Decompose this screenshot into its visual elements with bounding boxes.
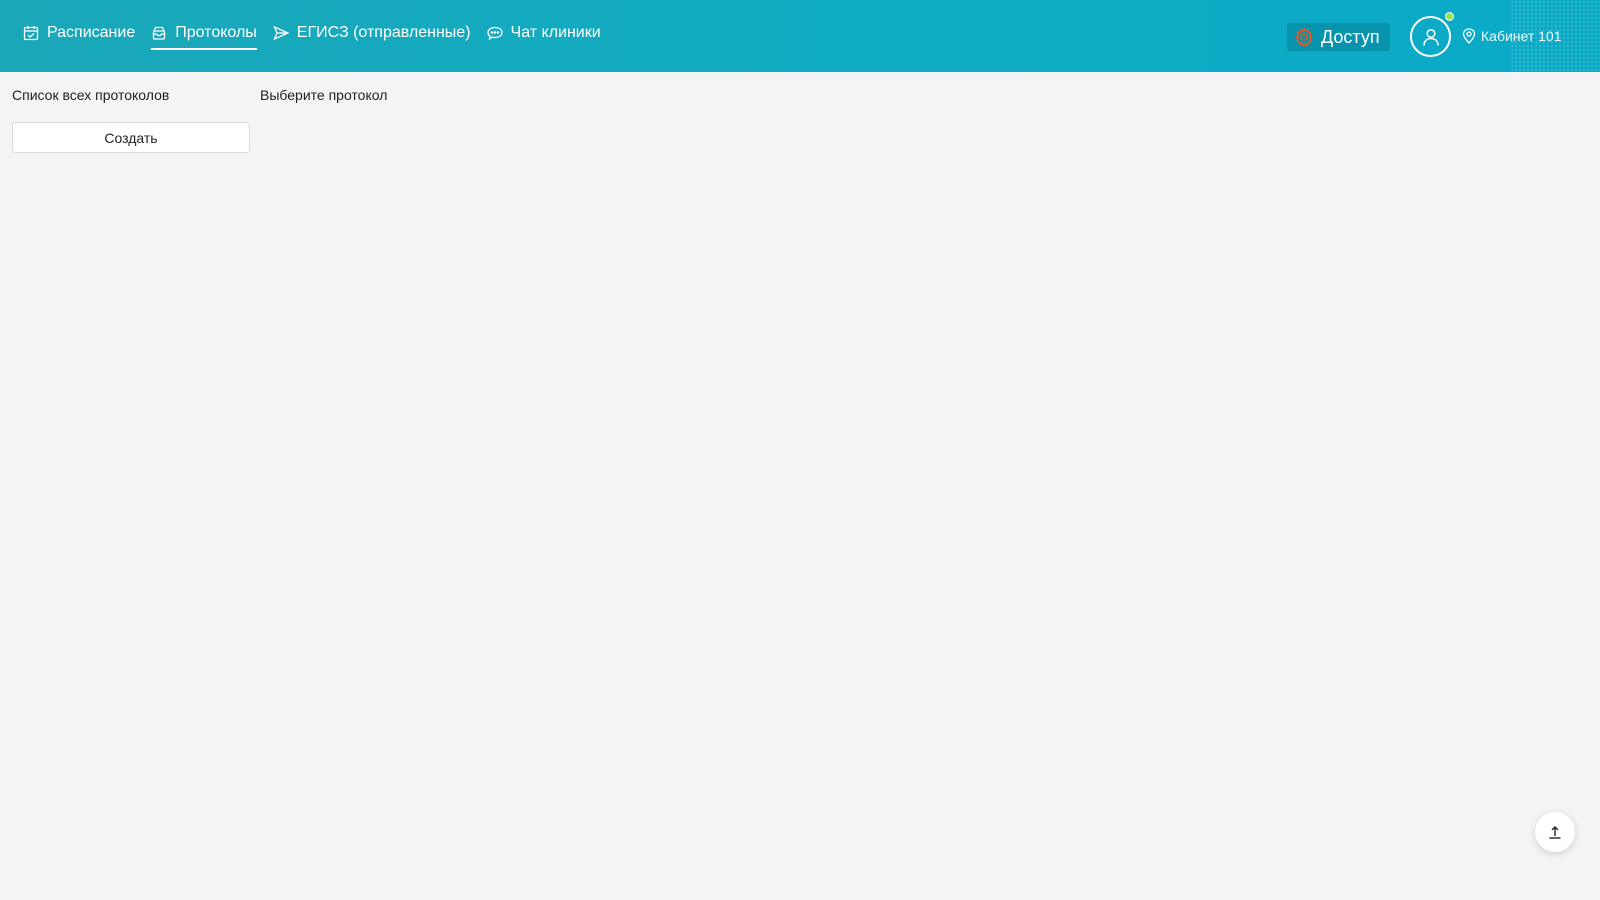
chat-icon <box>486 25 503 41</box>
nav-label-schedule: Расписание <box>47 24 136 41</box>
cabinet-selector[interactable]: Кабинет 101 <box>1462 26 1562 46</box>
nav-item-egisz-sent[interactable]: ЕГИСЗ (отправленные) <box>273 19 471 47</box>
user-icon <box>1421 27 1441 47</box>
location-pin-icon <box>1462 28 1476 44</box>
access-label: Доступ <box>1321 26 1380 47</box>
scroll-to-top-button[interactable] <box>1535 812 1575 852</box>
inbox-icon <box>151 25 167 41</box>
access-button[interactable]: Доступ <box>1287 23 1390 51</box>
select-protocol-hint: Выберите протокол <box>260 87 388 103</box>
main-nav: Расписание Протоколы ЕГИСЗ (отправленные… <box>23 0 617 72</box>
user-avatar-button[interactable] <box>1410 16 1451 57</box>
nav-label-clinic-chat: Чат клиники <box>510 24 601 41</box>
nav-item-protocols[interactable]: Протоколы <box>151 19 257 50</box>
create-protocol-button[interactable]: Создать <box>12 122 250 153</box>
calendar-icon <box>23 25 39 41</box>
online-status-dot <box>1445 12 1454 21</box>
top-navigation-bar: Расписание Протоколы ЕГИСЗ (отправленные… <box>0 0 1600 72</box>
arrow-up-icon <box>1547 824 1563 840</box>
protocols-list-title: Список всех протоколов <box>12 87 170 103</box>
nav-item-schedule[interactable]: Расписание <box>23 19 135 47</box>
cabinet-label: Кабинет 101 <box>1481 28 1562 44</box>
send-icon <box>273 25 289 41</box>
nav-label-protocols: Протоколы <box>175 24 257 41</box>
nav-label-egisz-sent: ЕГИСЗ (отправленные) <box>296 24 471 41</box>
nav-item-clinic-chat[interactable]: Чат клиники <box>486 19 601 47</box>
gear-icon <box>1294 27 1314 47</box>
